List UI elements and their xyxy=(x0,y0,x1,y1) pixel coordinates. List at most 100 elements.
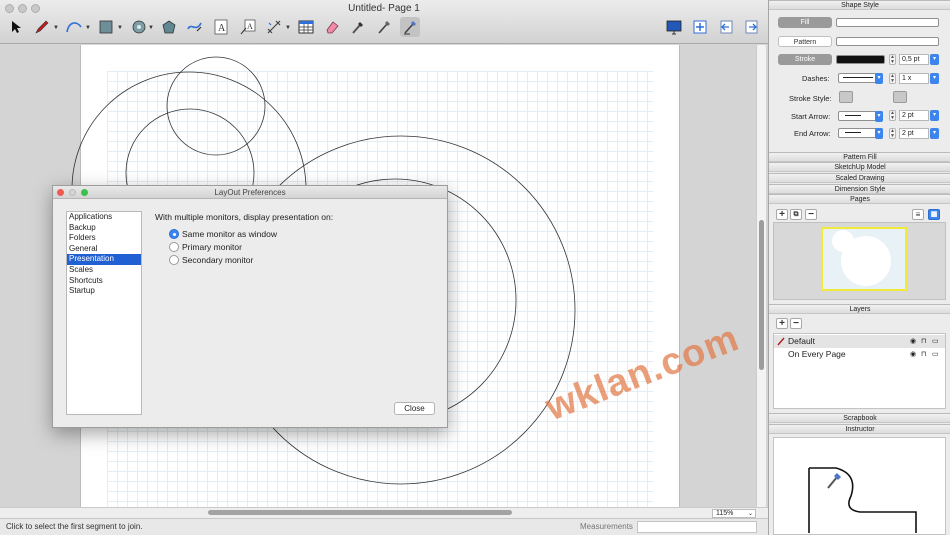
scrapbook-header[interactable]: Scrapbook xyxy=(769,413,950,423)
chevron-down-icon[interactable]: ▾ xyxy=(930,110,939,121)
add-layer-button[interactable]: + xyxy=(776,318,788,329)
rectangle-icon[interactable] xyxy=(96,17,116,37)
fill-swatch[interactable] xyxy=(836,18,939,27)
radio-icon[interactable] xyxy=(169,242,179,252)
cap-square-icon[interactable] xyxy=(924,91,938,103)
close-button[interactable]: Close xyxy=(394,402,435,415)
end-arrow-stepper[interactable]: ▲ ▼ xyxy=(889,128,896,139)
circle-icon[interactable] xyxy=(129,17,149,37)
chevron-down-icon[interactable]: ▼ xyxy=(53,25,59,31)
chevron-down-icon[interactable]: ▼ xyxy=(117,25,123,31)
category-backup[interactable]: Backup xyxy=(67,223,141,234)
close-dialog-icon[interactable] xyxy=(57,189,64,196)
measurements-field[interactable] xyxy=(637,521,757,533)
pattern-button[interactable]: Pattern xyxy=(778,36,832,47)
dash-scale-field[interactable]: 1 x xyxy=(899,73,929,84)
layers-list[interactable]: Default ◉ ⊓ ▭ On Every Page ◉ ⊓ ▭ xyxy=(773,333,946,409)
chevron-down-icon[interactable]: ▾ xyxy=(875,73,883,84)
eye-icon[interactable]: ◉ xyxy=(910,335,916,348)
thumbnail-view-icon[interactable]: ▦ xyxy=(928,209,940,220)
text-icon[interactable]: A xyxy=(211,17,231,37)
page-icon[interactable]: ▭ xyxy=(932,335,939,348)
cap-round-icon[interactable] xyxy=(909,91,923,103)
layer-on-every-page[interactable]: On Every Page ◉ ⊓ ▭ xyxy=(774,348,945,361)
label-icon[interactable]: A xyxy=(238,17,258,37)
chevron-down-icon[interactable]: ▼ xyxy=(85,25,91,31)
delete-layer-button[interactable]: − xyxy=(790,318,802,329)
join-round-icon[interactable] xyxy=(855,91,869,103)
start-arrow-size-field[interactable]: 2 pt xyxy=(899,110,929,121)
add-page-icon[interactable] xyxy=(690,17,710,37)
scaled-drawing-header[interactable]: Scaled Drawing xyxy=(769,173,950,183)
pages-list[interactable] xyxy=(773,222,946,300)
presentation-icon[interactable] xyxy=(664,17,684,37)
select-arrow-icon[interactable] xyxy=(6,17,26,37)
zoom-dialog-icon[interactable] xyxy=(81,189,88,196)
dash-scale-stepper[interactable]: ▲ ▼ xyxy=(889,73,896,84)
join-tool-icon[interactable] xyxy=(400,17,420,37)
pattern-swatch[interactable] xyxy=(836,37,939,46)
dimension-style-header[interactable]: Dimension Style xyxy=(769,184,950,194)
next-page-icon[interactable] xyxy=(742,17,762,37)
instructor-header[interactable]: Instructor xyxy=(769,424,950,434)
freehand-icon[interactable] xyxy=(185,17,205,37)
radio-selected-icon[interactable] xyxy=(169,229,179,239)
join-miter-icon[interactable] xyxy=(839,91,853,103)
dimension-icon[interactable] xyxy=(264,17,284,37)
pattern-fill-header[interactable]: Pattern Fill xyxy=(769,152,950,162)
vertical-scrollbar[interactable] xyxy=(756,45,766,507)
layer-default[interactable]: Default ◉ ⊓ ▭ xyxy=(774,335,945,348)
eraser-icon[interactable] xyxy=(322,17,342,37)
eyedropper-icon[interactable] xyxy=(348,17,368,37)
category-presentation[interactable]: Presentation xyxy=(67,254,141,265)
cap-butt-icon[interactable] xyxy=(893,91,907,103)
category-startup[interactable]: Startup xyxy=(67,286,141,297)
category-scales[interactable]: Scales xyxy=(67,265,141,276)
polygon-icon[interactable] xyxy=(159,17,179,37)
eye-icon[interactable]: ◉ xyxy=(910,348,916,361)
curve-icon[interactable] xyxy=(64,17,84,37)
category-folders[interactable]: Folders xyxy=(67,233,141,244)
radio-secondary-monitor[interactable]: Secondary monitor xyxy=(169,254,253,266)
sketchup-model-header[interactable]: SketchUp Model xyxy=(769,162,950,172)
table-icon[interactable] xyxy=(296,17,316,37)
radio-same-monitor[interactable]: Same monitor as window xyxy=(169,228,277,240)
vertical-scroll-thumb[interactable] xyxy=(759,220,764,370)
add-page-button[interactable]: + xyxy=(776,209,788,220)
pages-header[interactable]: Pages xyxy=(769,194,950,204)
style-brush-icon[interactable] xyxy=(374,17,394,37)
stroke-color-swatch[interactable] xyxy=(836,55,885,64)
chevron-down-icon[interactable]: ▾ xyxy=(930,73,939,84)
chevron-down-icon[interactable]: ▼ xyxy=(148,25,154,31)
layers-header[interactable]: Layers xyxy=(769,304,950,314)
category-applications[interactable]: Applications xyxy=(67,212,141,223)
radio-primary-monitor[interactable]: Primary monitor xyxy=(169,241,242,253)
previous-page-icon[interactable] xyxy=(716,17,736,37)
shape-style-header[interactable]: Shape Style xyxy=(769,0,950,10)
fill-button[interactable]: Fill xyxy=(778,17,832,28)
radio-icon[interactable] xyxy=(169,255,179,265)
end-arrow-size-field[interactable]: 2 pt xyxy=(899,128,929,139)
chevron-down-icon[interactable]: ▾ xyxy=(875,111,883,122)
start-arrow-stepper[interactable]: ▲ ▼ xyxy=(889,110,896,121)
stroke-button[interactable]: Stroke xyxy=(778,54,832,65)
category-shortcuts[interactable]: Shortcuts xyxy=(67,276,141,287)
delete-page-button[interactable]: − xyxy=(805,209,817,220)
join-bevel-icon[interactable] xyxy=(870,91,884,103)
pages-icon[interactable]: ▭ xyxy=(932,348,939,361)
pencil-icon[interactable] xyxy=(32,17,52,37)
stroke-width-stepper[interactable]: ▲ ▼ xyxy=(889,54,896,65)
duplicate-page-button[interactable]: ⧉ xyxy=(790,209,802,220)
horizontal-scroll-thumb[interactable] xyxy=(208,510,512,515)
chevron-down-icon[interactable]: ▾ xyxy=(875,128,883,139)
category-general[interactable]: General xyxy=(67,244,141,255)
zoom-select[interactable]: 115% ⌄ xyxy=(712,509,756,518)
lock-icon[interactable]: ⊓ xyxy=(921,348,926,361)
stroke-width-field[interactable]: 0,5 pt xyxy=(899,54,929,65)
chevron-down-icon[interactable]: ▾ xyxy=(930,128,939,139)
category-list[interactable]: Applications Backup Folders General Pres… xyxy=(66,211,142,415)
chevron-down-icon[interactable]: ▾ xyxy=(930,54,939,65)
horizontal-scrollbar[interactable]: 115% ⌄ xyxy=(0,507,768,518)
lock-icon[interactable]: ⊓ xyxy=(921,335,926,348)
list-view-icon[interactable]: ≡ xyxy=(912,209,924,220)
